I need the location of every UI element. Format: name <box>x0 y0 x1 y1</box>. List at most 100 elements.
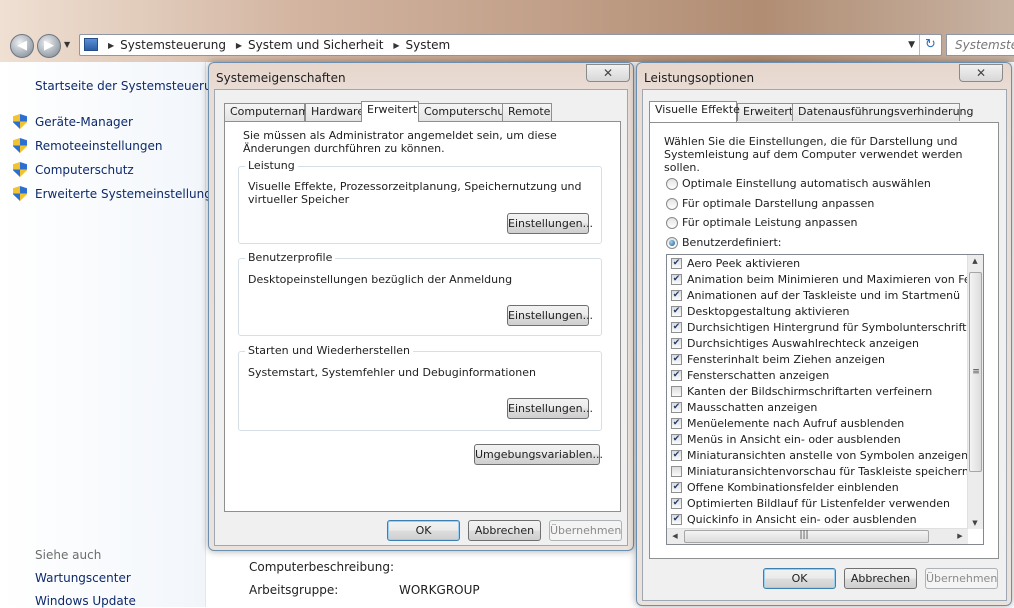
radio-button[interactable] <box>666 237 678 249</box>
group-title: Starten und Wiederherstellen <box>245 344 413 357</box>
control-panel-icon <box>84 38 98 51</box>
radio-button[interactable] <box>666 217 678 229</box>
cancel-button[interactable]: Abbrechen <box>468 520 541 541</box>
cancel-button[interactable]: Abbrechen <box>844 568 917 589</box>
effect-label: Menüs in Ansicht ein- oder ausblenden <box>687 433 901 446</box>
group-title: Leistung <box>245 159 298 172</box>
close-icon[interactable]: ✕ <box>959 64 1003 82</box>
checkbox-checked-icon[interactable]: ✔ <box>671 370 682 381</box>
checkbox-checked-icon[interactable]: ✔ <box>671 322 682 333</box>
grip-icon: ||| <box>799 530 809 540</box>
checkbox-checked-icon[interactable]: ✔ <box>671 514 682 525</box>
recent-pages-dropdown[interactable]: ▼ <box>64 40 70 49</box>
tab-visual-effects[interactable]: Visuelle Effekte <box>649 101 740 122</box>
tab-erweitert[interactable]: Erweitert <box>361 101 419 122</box>
performance-settings-button[interactable]: Einstellungen... <box>507 213 593 234</box>
ok-button[interactable]: OK <box>387 520 460 541</box>
group-description: Systemstart, Systemfehler und Debuginfor… <box>248 366 536 379</box>
checkbox-checked-icon[interactable]: ✔ <box>671 258 682 269</box>
radio-label: Für optimale Leistung anpassen <box>682 216 858 229</box>
effect-label: Miniaturansichtenvorschau für Taskleiste… <box>687 465 969 478</box>
scroll-down-icon[interactable]: ▼ <box>968 519 982 527</box>
intro-text: Wählen Sie die Einstellungen, die für Da… <box>664 135 963 174</box>
close-icon[interactable]: ✕ <box>586 64 630 82</box>
address-dropdown-icon[interactable]: ▼ <box>908 35 915 55</box>
performance-group: Leistung Visuelle Effekte, Prozessorzeit… <box>238 159 602 244</box>
refresh-icon[interactable]: ↻ <box>919 35 941 55</box>
breadcrumb-item[interactable]: Systemsteuerung <box>120 38 226 52</box>
scroll-up-icon[interactable]: ▲ <box>968 257 982 265</box>
remote-settings-link[interactable]: Remoteeinstellungen <box>35 139 162 153</box>
tab-remote[interactable]: Remote <box>502 103 552 121</box>
checkbox-checked-icon[interactable]: ✔ <box>671 354 682 365</box>
scroll-left-icon[interactable]: ◀ <box>668 532 682 540</box>
apply-button[interactable]: Übernehmen <box>925 568 998 589</box>
checkbox-checked-icon[interactable]: ✔ <box>671 450 682 461</box>
advanced-system-settings-link[interactable]: Erweiterte Systemeinstellungen <box>35 187 227 201</box>
breadcrumb-item[interactable]: System <box>405 38 450 52</box>
vertical-scrollbar[interactable]: ▲ ≡ ▼ <box>967 255 983 529</box>
forward-button[interactable]: ▶ <box>37 34 61 58</box>
effect-label: Kanten der Bildschirmschriftarten verfei… <box>687 385 933 398</box>
ok-button[interactable]: OK <box>763 568 836 589</box>
tab-computerschutz[interactable]: Computerschutz <box>418 103 515 121</box>
effect-label: Offene Kombinationsfelder einblenden <box>687 481 899 494</box>
control-panel-home-link[interactable]: Startseite der Systemsteuerung <box>35 79 227 93</box>
breadcrumb-arrow-icon[interactable]: ▶ <box>393 41 399 50</box>
workgroup-label: Arbeitsgruppe: <box>249 583 339 597</box>
startup-recovery-settings-button[interactable]: Einstellungen... <box>507 398 593 419</box>
system-protection-link[interactable]: Computerschutz <box>35 163 134 177</box>
back-button[interactable]: ◀ <box>10 34 34 58</box>
breadcrumb-item[interactable]: System und Sicherheit <box>248 38 384 52</box>
user-profiles-settings-button[interactable]: Einstellungen... <box>507 305 593 326</box>
effect-label: Desktopgestaltung aktivieren <box>687 305 850 318</box>
effect-label: Durchsichtiges Auswahlrechteck anzeigen <box>687 337 919 350</box>
effect-label: Fensterschatten anzeigen <box>687 369 830 382</box>
user-profiles-group: Benutzerprofile Desktopeinstellungen bez… <box>238 251 602 336</box>
uac-shield-icon <box>13 162 27 177</box>
checkbox-unchecked-icon[interactable] <box>671 386 682 397</box>
checkbox-checked-icon[interactable]: ✔ <box>671 290 682 301</box>
device-manager-link[interactable]: Geräte-Manager <box>35 115 133 129</box>
effects-list[interactable]: ✔ Aero Peek aktivieren ✔ Animation beim Min… <box>666 254 984 545</box>
checkbox-checked-icon[interactable]: ✔ <box>671 306 682 317</box>
visual-effects-panel: Wählen Sie die Einstellungen, die für Da… <box>649 122 999 559</box>
action-center-link[interactable]: Wartungscenter <box>35 571 131 585</box>
horizontal-scrollbar[interactable]: ◀ ||| ▶ <box>667 528 968 544</box>
search-input[interactable]: Systemsteu <box>946 34 1014 56</box>
effect-label: Aero Peek aktivieren <box>687 257 801 270</box>
windows-update-link[interactable]: Windows Update <box>35 594 136 608</box>
breadcrumb: ▶ Systemsteuerung ▶ System und Sicherheit … <box>102 35 450 55</box>
admin-note: Sie müssen als Administrator angemeldet … <box>243 129 557 155</box>
checkbox-checked-icon[interactable]: ✔ <box>671 338 682 349</box>
checkbox-checked-icon[interactable]: ✔ <box>671 482 682 493</box>
performance-options-dialog: Leistungsoptionen ✕ Visuelle Effekte Erw… <box>636 62 1012 606</box>
tab-advanced[interactable]: Erweitert <box>737 103 793 121</box>
startup-recovery-group: Starten und Wiederherstellen Systemstart… <box>238 344 602 431</box>
uac-shield-icon <box>13 114 27 129</box>
apply-button[interactable]: Übernehmen <box>549 520 622 541</box>
tab-dep[interactable]: Datenausführungsverhinderung <box>792 103 974 121</box>
radio-button[interactable] <box>666 198 678 210</box>
tab-computername[interactable]: Computername <box>224 103 316 121</box>
radio-button[interactable] <box>666 178 678 190</box>
checkbox-checked-icon[interactable]: ✔ <box>671 418 682 429</box>
dialog-body: Visuelle Effekte Erweitert Datenausführu… <box>642 89 1007 601</box>
scroll-right-icon[interactable]: ▶ <box>953 532 967 540</box>
effect-label: Miniaturansichten anstelle von Symbolen … <box>687 449 969 462</box>
checkbox-checked-icon[interactable]: ✔ <box>671 498 682 509</box>
effect-label: Animation beim Minimieren und Maximieren… <box>687 273 984 286</box>
checkbox-checked-icon[interactable]: ✔ <box>671 402 682 413</box>
checkbox-checked-icon[interactable]: ✔ <box>671 274 682 285</box>
breadcrumb-arrow-icon[interactable]: ▶ <box>236 41 242 50</box>
effect-label: Optimierten Bildlauf für Listenfelder ve… <box>687 497 950 510</box>
breadcrumb-arrow-icon[interactable]: ▶ <box>108 41 114 50</box>
grip-icon: ≡ <box>972 367 980 377</box>
environment-variables-button[interactable]: Umgebungsvariablen... <box>474 444 603 465</box>
checkbox-checked-icon[interactable]: ✔ <box>671 434 682 445</box>
radio-label: Benutzerdefiniert: <box>682 236 782 249</box>
checkbox-unchecked-icon[interactable] <box>671 466 682 477</box>
group-title: Benutzerprofile <box>245 251 336 264</box>
address-bar[interactable]: ▶ Systemsteuerung ▶ System und Sicherheit … <box>79 34 942 56</box>
tab-hardware[interactable]: Hardware <box>305 103 364 121</box>
